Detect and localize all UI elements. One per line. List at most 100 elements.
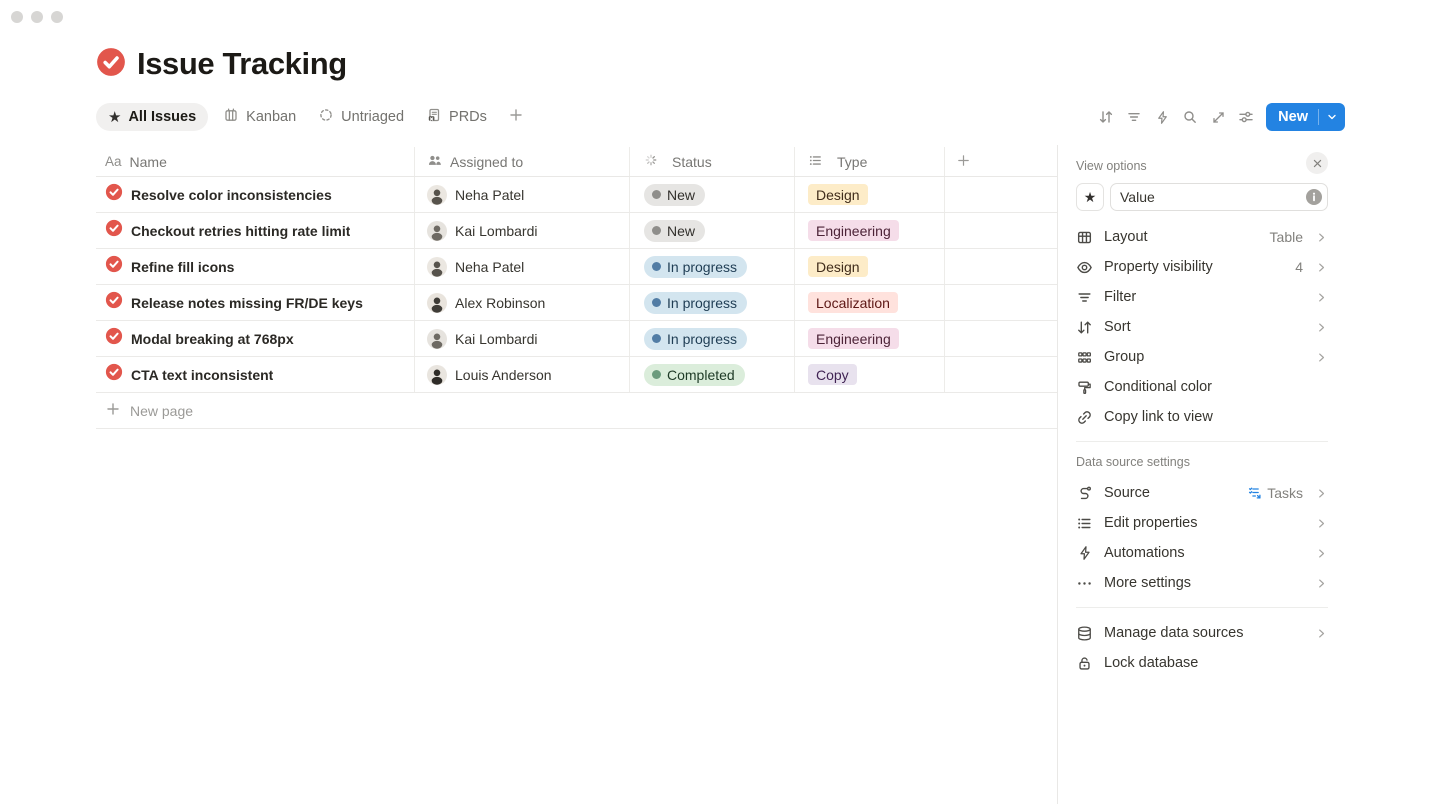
menu-item-sort[interactable]: Sort (1076, 312, 1328, 342)
red-check-circle-icon (105, 327, 123, 350)
settings-sliders-icon (1238, 109, 1254, 125)
type-cell[interactable]: Engineering (795, 321, 945, 356)
menu-item-automations[interactable]: Automations (1076, 538, 1328, 568)
menu-item-group[interactable]: Group (1076, 342, 1328, 372)
view-options-menu: Layout Table Property visibility 4 Filte… (1076, 222, 1328, 432)
tab-kanban[interactable]: Kanban (216, 103, 303, 131)
table-header-row: Aa Name Assigned to Status Type (96, 147, 1057, 177)
list-icon (1076, 515, 1093, 532)
assignee-cell[interactable]: Neha Patel (415, 177, 630, 212)
status-cell[interactable]: In progress (630, 321, 795, 356)
empty-cell[interactable] (945, 249, 1057, 284)
panel-title: View options (1076, 155, 1440, 177)
column-header-type[interactable]: Type (795, 147, 945, 176)
table-layout-icon (1076, 229, 1093, 246)
sort-button[interactable] (1092, 103, 1120, 131)
name-cell[interactable]: CTA text inconsistent (96, 357, 415, 392)
status-cell[interactable]: In progress (630, 249, 795, 284)
add-view-button[interactable] (508, 107, 524, 128)
name-cell[interactable]: Modal breaking at 768px (96, 321, 415, 356)
empty-cell[interactable] (945, 285, 1057, 320)
new-dropdown-button[interactable] (1319, 103, 1345, 131)
type-cell[interactable]: Localization (795, 285, 945, 320)
text-icon: Aa (105, 154, 122, 169)
assignee-cell[interactable]: Neha Patel (415, 249, 630, 284)
new-button-label[interactable]: New (1266, 103, 1318, 131)
empty-cell[interactable] (945, 177, 1057, 212)
status-cell[interactable]: New (630, 213, 795, 248)
column-header-name[interactable]: Aa Name (96, 147, 415, 176)
view-name-input[interactable] (1110, 183, 1328, 211)
new-button[interactable]: New (1266, 103, 1345, 131)
menu-item-lock-database[interactable]: Lock database (1076, 648, 1328, 678)
status-cell[interactable]: Completed (630, 357, 795, 392)
assignee-cell[interactable]: Kai Lombardi (415, 213, 630, 248)
search-button[interactable] (1176, 103, 1204, 131)
name-cell[interactable]: Release notes missing FR/DE keys (96, 285, 415, 320)
menu-item-conditional-color[interactable]: Conditional color (1076, 372, 1328, 402)
menu-item-property-visibility[interactable]: Property visibility 4 (1076, 252, 1328, 282)
red-check-circle-icon (105, 219, 123, 242)
table-row: Checkout retries hitting rate limit Kai … (96, 213, 1057, 249)
close-panel-button[interactable] (1306, 152, 1328, 174)
filter-button[interactable] (1120, 103, 1148, 131)
red-check-circle-icon (96, 47, 126, 82)
new-page-row[interactable]: New page (96, 393, 1057, 429)
lightning-icon (1155, 110, 1170, 125)
status-cell[interactable]: In progress (630, 285, 795, 320)
empty-cell[interactable] (945, 213, 1057, 248)
menu-item-copy-link[interactable]: Copy link to view (1076, 402, 1328, 432)
window-minimize-button[interactable] (31, 11, 43, 23)
assignee-name: Louis Anderson (455, 367, 552, 383)
status-spinner-icon (644, 153, 658, 170)
assignee-cell[interactable]: Kai Lombardi (415, 321, 630, 356)
status-cell[interactable]: New (630, 177, 795, 212)
database-toolbar: New (1092, 103, 1345, 131)
type-cell[interactable]: Design (795, 177, 945, 212)
add-column-button[interactable] (945, 147, 1057, 176)
window-zoom-button[interactable] (51, 11, 63, 23)
view-settings-button[interactable] (1232, 103, 1260, 131)
issue-title: Refine fill icons (131, 259, 234, 275)
filter-lines-icon (1076, 289, 1093, 306)
assignee-cell[interactable]: Alex Robinson (415, 285, 630, 320)
avatar (427, 293, 447, 313)
more-dots-icon (1076, 575, 1093, 592)
menu-item-filter[interactable]: Filter (1076, 282, 1328, 312)
chevron-right-icon (1314, 261, 1328, 274)
column-header-status[interactable]: Status (630, 147, 795, 176)
column-header-assigned-to[interactable]: Assigned to (415, 147, 630, 176)
menu-item-more-settings[interactable]: More settings (1076, 568, 1328, 598)
table-row: Refine fill icons Neha Patel In progress… (96, 249, 1057, 285)
assignee-name: Neha Patel (455, 187, 524, 203)
tab-all-issues[interactable]: ★ All Issues (96, 103, 208, 131)
name-cell[interactable]: Checkout retries hitting rate limit (96, 213, 415, 248)
assignee-cell[interactable]: Louis Anderson (415, 357, 630, 392)
star-icon: ★ (1084, 190, 1097, 204)
tab-prds[interactable]: PRDs (419, 103, 494, 131)
red-check-circle-icon (105, 363, 123, 386)
menu-item-edit-properties[interactable]: Edit properties (1076, 508, 1328, 538)
chevron-right-icon (1314, 517, 1328, 530)
menu-item-layout[interactable]: Layout Table (1076, 222, 1328, 252)
menu-item-manage-data-sources[interactable]: Manage data sources (1076, 618, 1328, 648)
info-icon[interactable] (1306, 189, 1322, 210)
issue-title: Release notes missing FR/DE keys (131, 295, 363, 311)
menu-item-source[interactable]: Source Tasks (1076, 478, 1328, 508)
empty-cell[interactable] (945, 321, 1057, 356)
favorite-view-button[interactable]: ★ (1076, 183, 1104, 211)
type-cell[interactable]: Design (795, 249, 945, 284)
name-cell[interactable]: Refine fill icons (96, 249, 415, 284)
tab-untriaged[interactable]: Untriaged (311, 103, 411, 131)
view-tabs: ★ All Issues Kanban Untriaged PRDs (96, 103, 524, 131)
expand-button[interactable] (1204, 103, 1232, 131)
name-cell[interactable]: Resolve color inconsistencies (96, 177, 415, 212)
chevron-right-icon (1314, 547, 1328, 560)
empty-cell[interactable] (945, 357, 1057, 392)
automations-button[interactable] (1148, 103, 1176, 131)
type-cell[interactable]: Copy (795, 357, 945, 392)
dashed-circle-icon (318, 107, 334, 127)
type-cell[interactable]: Engineering (795, 213, 945, 248)
list-icon (808, 153, 823, 171)
window-close-button[interactable] (11, 11, 23, 23)
